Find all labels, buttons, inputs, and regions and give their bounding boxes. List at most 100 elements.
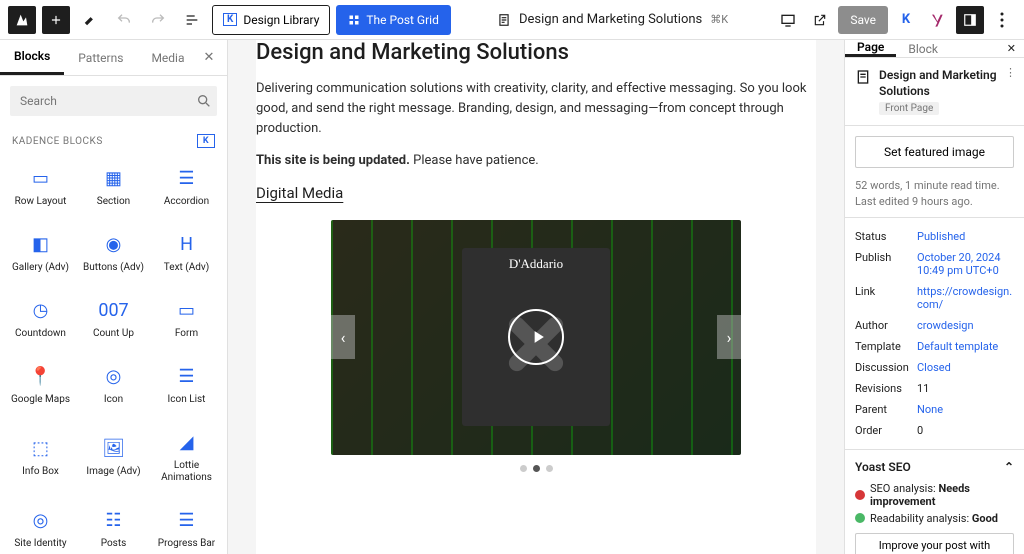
yoast-panel-toggle[interactable]: Yoast SEO ⌃ <box>855 460 1014 480</box>
page-title[interactable]: Design and Marketing Solutions <box>256 40 816 65</box>
tab-patterns[interactable]: Patterns <box>64 40 137 75</box>
seo-status-dot-red <box>855 490 865 500</box>
block-label: Icon List <box>168 394 206 406</box>
subheading-digital-media[interactable]: Digital Media <box>256 184 816 202</box>
publish-row[interactable]: PublishOctober 20, 2024 10:49 pm UTC+0 <box>855 247 1014 281</box>
block-icon: ▭ <box>175 298 199 322</box>
slider-brand-text: D'Addario <box>509 256 563 272</box>
yoast-icon-button[interactable] <box>924 6 952 34</box>
tab-media[interactable]: Media <box>137 40 198 75</box>
document-overview-button[interactable] <box>178 6 206 34</box>
view-desktop-button[interactable] <box>774 6 802 34</box>
order-row[interactable]: Order0 <box>855 420 1014 441</box>
block-image-adv-[interactable]: 🖼 Image (Adv) <box>77 420 150 494</box>
block-search <box>10 86 217 116</box>
block-label: Countdown <box>15 328 66 340</box>
document-summary: Design and Marketing Solutions Front Pag… <box>845 58 1024 126</box>
tab-block[interactable]: Block <box>896 40 950 57</box>
revisions-row[interactable]: Revisions11 <box>855 378 1014 399</box>
slider-next-button[interactable]: › <box>717 315 741 359</box>
settings-panel: Page Block ✕ Design and Marketing Soluti… <box>844 40 1024 554</box>
block-label: Image (Adv) <box>86 466 140 478</box>
block-lottie-animations[interactable]: ◢Lottie Animations <box>150 420 223 494</box>
edit-tools-button[interactable] <box>76 6 104 34</box>
block-text-adv-[interactable]: HText (Adv) <box>150 222 223 284</box>
top-toolbar: K Design Library The Post Grid Design an… <box>0 0 1024 40</box>
open-external-button[interactable] <box>806 6 834 34</box>
main-layout: Blocks Patterns Media ✕ KADENCE BLOCKS K… <box>0 40 1024 554</box>
page-icon <box>855 69 871 85</box>
block-gallery-adv-[interactable]: ◧Gallery (Adv) <box>4 222 77 284</box>
document-title-bar[interactable]: Design and Marketing Solutions ⌘K <box>457 12 768 27</box>
search-input[interactable] <box>10 86 186 116</box>
tab-blocks[interactable]: Blocks <box>0 40 64 75</box>
block-label: Gallery (Adv) <box>12 262 69 274</box>
media-slider: D'Addario ‹ › <box>331 220 741 455</box>
kadence-settings-button[interactable]: K <box>892 6 920 34</box>
add-block-button[interactable] <box>42 6 70 34</box>
block-row-layout[interactable]: ▭Row Layout <box>4 156 77 218</box>
close-inserter-button[interactable]: ✕ <box>199 48 219 68</box>
slider-prev-button[interactable]: ‹ <box>331 315 355 359</box>
block-google-maps[interactable]: 📍 Google Maps <box>4 354 77 416</box>
status-row[interactable]: StatusPublished <box>855 226 1014 247</box>
document-title: Design and Marketing Solutions <box>519 12 702 27</box>
kadence-badge-icon: K <box>197 134 215 148</box>
document-actions-menu[interactable]: ⋮ <box>1005 66 1016 79</box>
intro-paragraph[interactable]: Delivering communication solutions with … <box>256 79 816 139</box>
block-info-box[interactable]: ⬚Info Box <box>4 420 77 494</box>
options-menu-button[interactable] <box>988 6 1016 34</box>
block-buttons-adv-[interactable]: ◉Buttons (Adv) <box>77 222 150 284</box>
post-grid-label: The Post Grid <box>366 13 438 27</box>
block-label: Google Maps <box>11 394 70 406</box>
slider-dot-3[interactable] <box>546 465 553 472</box>
block-posts[interactable]: ☷Posts <box>77 498 150 554</box>
tab-page[interactable]: Page <box>845 40 896 57</box>
block-progress-bar[interactable]: ☰Progress Bar <box>150 498 223 554</box>
page-content: Design and Marketing Solutions Deliverin… <box>256 40 816 554</box>
block-icon: 📍 <box>29 364 53 388</box>
block-count-up[interactable]: 007Count Up <box>77 288 150 350</box>
shortcut-hint: ⌘K <box>710 13 728 26</box>
readability-analysis-row[interactable]: Readability analysis: Good <box>855 510 1014 527</box>
block-form[interactable]: ▭Form <box>150 288 223 350</box>
link-row[interactable]: Linkhttps://crowdesign.com/ <box>855 281 1014 315</box>
post-grid-button[interactable]: The Post Grid <box>336 5 450 35</box>
slider-dot-2[interactable] <box>533 465 540 472</box>
discussion-row[interactable]: DiscussionClosed <box>855 357 1014 378</box>
block-icon-list[interactable]: ☰Icon List <box>150 354 223 416</box>
block-countdown[interactable]: ◷ Countdown <box>4 288 77 350</box>
play-button[interactable] <box>508 309 564 365</box>
block-icon: ▭ <box>29 166 53 190</box>
editor-canvas[interactable]: Design and Marketing Solutions Deliverin… <box>228 40 844 554</box>
inserter-panel: Blocks Patterns Media ✕ KADENCE BLOCKS K… <box>0 40 228 554</box>
redo-button[interactable] <box>144 6 172 34</box>
block-icon: ⬚ <box>29 436 53 460</box>
save-button[interactable]: Save <box>838 6 888 34</box>
block-label: Buttons (Adv) <box>83 262 144 274</box>
template-row[interactable]: TemplateDefault template <box>855 336 1014 357</box>
block-icon: 🖼 <box>102 436 126 460</box>
block-accordion[interactable]: ☰Accordion <box>150 156 223 218</box>
seo-analysis-row[interactable]: SEO analysis: Needs improvement <box>855 480 1014 510</box>
block-site-identity[interactable]: ◎Site Identity <box>4 498 77 554</box>
yoast-panel: Yoast SEO ⌃ SEO analysis: Needs improvem… <box>845 450 1024 554</box>
settings-panel-toggle[interactable] <box>956 6 984 34</box>
author-row[interactable]: Authorcrowdesign <box>855 315 1014 336</box>
close-settings-button[interactable]: ✕ <box>1007 42 1016 55</box>
improve-yoast-button[interactable]: Improve your post with Yoast SEO <box>855 533 1014 554</box>
block-icon: ◢ <box>175 430 199 454</box>
notice-paragraph[interactable]: This site is being updated. Please have … <box>256 151 816 171</box>
slider-dot-1[interactable] <box>520 465 527 472</box>
block-icon: ▦ <box>102 166 126 190</box>
block-icon: ◷ <box>29 298 53 322</box>
block-section[interactable]: ▦Section <box>77 156 150 218</box>
block-icon: ☰ <box>175 166 199 190</box>
set-featured-image-button[interactable]: Set featured image <box>855 136 1014 168</box>
block-icon[interactable]: ◎Icon <box>77 354 150 416</box>
site-logo[interactable] <box>8 6 36 34</box>
undo-button[interactable] <box>110 6 138 34</box>
parent-row[interactable]: ParentNone <box>855 399 1014 420</box>
seo-status-dot-green <box>855 513 865 523</box>
design-library-button[interactable]: K Design Library <box>212 5 330 35</box>
